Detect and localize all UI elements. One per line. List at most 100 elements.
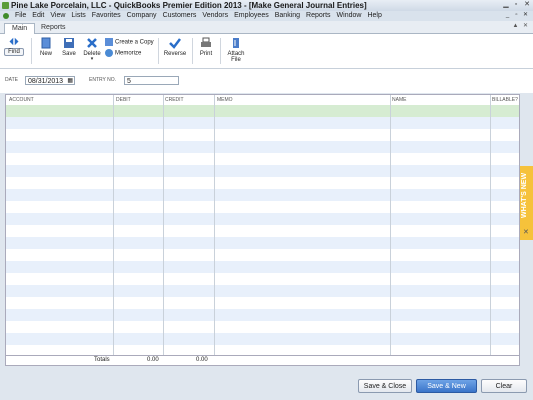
menu-lists[interactable]: Lists <box>71 11 85 21</box>
journal-header-fields: DATE 08/31/2013 ▦ ENTRY NO. 5 <box>0 69 533 93</box>
date-value: 08/31/2013 <box>28 78 64 85</box>
table-row[interactable] <box>6 201 519 213</box>
entry-no-label: ENTRY NO. <box>89 77 117 83</box>
date-field[interactable]: 08/31/2013 ▦ <box>25 76 75 85</box>
table-row[interactable] <box>6 165 519 177</box>
save-label: Save <box>62 51 76 57</box>
totals-row: Totals 0.00 0.00 <box>5 355 520 366</box>
toolbar-separator <box>220 38 221 64</box>
totals-debit: 0.00 <box>147 357 159 363</box>
table-row[interactable] <box>6 321 519 333</box>
table-row[interactable] <box>6 309 519 321</box>
reverse-check-icon <box>169 38 181 49</box>
copy-icon <box>105 38 113 46</box>
entry-no-field[interactable]: 5 <box>124 76 179 85</box>
col-account: ACCOUNT <box>9 97 34 103</box>
totals-label: Totals <box>94 357 110 363</box>
new-label: New <box>39 51 52 57</box>
menu-help[interactable]: Help <box>367 11 381 21</box>
date-label: DATE <box>5 77 18 83</box>
toolbar-separator <box>158 38 159 64</box>
menu-window[interactable]: Window <box>337 11 362 21</box>
table-row[interactable] <box>6 237 519 249</box>
tab-reports[interactable]: Reports <box>34 23 73 33</box>
menu-reports[interactable]: Reports <box>306 11 331 21</box>
table-row[interactable] <box>6 249 519 261</box>
save-new-button[interactable]: Save & New <box>416 379 477 393</box>
reverse-button[interactable]: Reverse <box>163 37 187 57</box>
menu-favorites[interactable]: Favorites <box>92 11 121 21</box>
menu-employees[interactable]: Employees <box>234 11 269 21</box>
memorize-icon <box>105 49 113 57</box>
attach-label-file: File <box>231 57 241 63</box>
minimize-icon[interactable]: ▁ <box>502 1 510 9</box>
column-divider <box>163 95 164 355</box>
table-row[interactable] <box>6 141 519 153</box>
table-row[interactable] <box>6 105 519 117</box>
menu-view[interactable]: View <box>50 11 65 21</box>
table-row[interactable] <box>6 297 519 309</box>
table-row[interactable] <box>6 153 519 165</box>
collapse-ribbon-icon[interactable]: ▲ <box>512 23 519 30</box>
whats-new-tab[interactable]: WHAT'S NEW ✕ <box>520 166 533 240</box>
quickbooks-app-icon <box>2 2 9 9</box>
delete-button[interactable]: Delete ▾ <box>82 37 102 62</box>
find-button[interactable]: Find <box>4 37 24 56</box>
menu-vendors[interactable]: Vendors <box>202 11 228 21</box>
qb-logo-icon <box>3 13 9 19</box>
save-close-button[interactable]: Save & Close <box>358 379 412 393</box>
table-row[interactable] <box>6 213 519 225</box>
table-row[interactable] <box>6 261 519 273</box>
save-button[interactable]: Save <box>60 37 78 57</box>
title-bar: Pine Lake Porcelain, LLC - QuickBooks Pr… <box>0 0 533 11</box>
find-label: Find <box>4 48 24 56</box>
col-credit: CREDIT <box>165 97 184 103</box>
table-row[interactable] <box>6 333 519 345</box>
table-row[interactable] <box>6 177 519 189</box>
ribbon-close-icon[interactable]: ✕ <box>522 23 529 30</box>
delete-dropdown-icon[interactable]: ▾ <box>82 57 102 62</box>
footer: Save & Close Save & New Clear <box>0 370 533 400</box>
column-divider <box>390 95 391 355</box>
print-button[interactable]: Print <box>197 37 215 57</box>
child-restore-icon[interactable]: ▫ <box>513 12 520 19</box>
close-icon[interactable]: ✕ <box>523 1 531 9</box>
toolbar-separator <box>192 38 193 64</box>
table-row[interactable] <box>6 189 519 201</box>
new-button[interactable]: New <box>37 37 55 57</box>
menu-customers[interactable]: Customers <box>163 11 197 21</box>
menu-banking[interactable]: Banking <box>275 11 300 21</box>
create-copy-button[interactable]: Create a Copy <box>105 38 154 46</box>
clear-button[interactable]: Clear <box>481 379 527 393</box>
toolbar: Find New Save Delete ▾ Create a Copy Mem… <box>0 34 533 69</box>
print-label: Print <box>199 51 213 57</box>
child-close-icon[interactable]: ✕ <box>522 12 529 19</box>
totals-credit: 0.00 <box>196 357 208 363</box>
table-row[interactable] <box>6 285 519 297</box>
table-row[interactable] <box>6 273 519 285</box>
column-divider <box>490 95 491 355</box>
floppy-disk-icon <box>64 38 74 48</box>
menu-edit[interactable]: Edit <box>32 11 44 21</box>
reverse-label: Reverse <box>163 51 187 57</box>
child-minimize-icon[interactable]: _ <box>504 12 511 19</box>
column-divider <box>113 95 114 355</box>
menu-file[interactable]: File <box>15 11 26 21</box>
menu-bar: File Edit View Lists Favorites Company C… <box>0 11 533 21</box>
tab-main[interactable]: Main <box>4 23 36 34</box>
maximize-icon[interactable]: ▫ <box>512 1 520 9</box>
arrow-left-right-icon <box>9 37 19 46</box>
whats-new-label: WHAT'S NEW <box>521 172 528 218</box>
table-row[interactable] <box>6 117 519 129</box>
menu-company[interactable]: Company <box>127 11 157 21</box>
calendar-icon[interactable]: ▦ <box>67 77 73 86</box>
table-row[interactable] <box>6 129 519 141</box>
attach-file-button[interactable]: Attach File <box>225 37 247 63</box>
create-copy-label: Create a Copy <box>115 39 154 46</box>
ribbon-tabs: Main Reports ▲ ✕ <box>0 21 533 34</box>
memorize-button[interactable]: Memorize <box>105 49 141 57</box>
menu-items: File Edit View Lists Favorites Company C… <box>15 11 388 21</box>
whats-new-close-icon[interactable]: ✕ <box>523 228 529 236</box>
col-name: NAME <box>392 97 407 103</box>
table-row[interactable] <box>6 225 519 237</box>
